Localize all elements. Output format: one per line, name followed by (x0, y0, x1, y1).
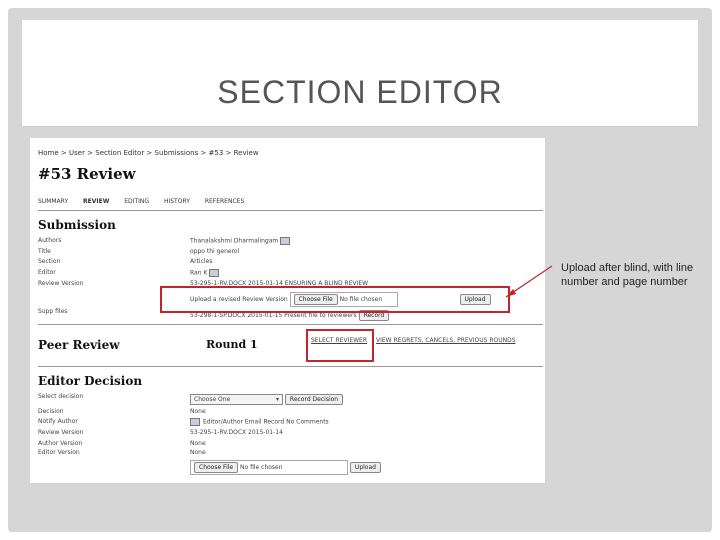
author-version-value: None (190, 440, 206, 447)
decision-file-input[interactable]: Choose File No file chosen (190, 460, 348, 475)
title-label: Title (38, 248, 51, 255)
round-label: Round 1 (206, 338, 258, 351)
author-version-label: Author Version (38, 440, 83, 447)
editor-decision-heading: Editor Decision (38, 374, 143, 388)
decision-upload-button[interactable]: Upload (349, 462, 381, 473)
peer-review-heading: Peer Review (38, 338, 120, 352)
record-decision-button[interactable]: Record Decision (284, 394, 344, 405)
page-title: #53 Review (38, 165, 136, 183)
decision-choose-file-button[interactable]: Choose File (194, 462, 239, 473)
tab-references[interactable]: REFERENCES (205, 198, 244, 205)
select-decision-label: Select decision (38, 393, 84, 400)
decision-review-version-value[interactable]: 53-295-1-RV.DOCX 2015-01-14 (190, 429, 283, 436)
divider (38, 366, 543, 367)
review-version-label: Review Version (38, 280, 84, 287)
editor-label: Editor (38, 269, 56, 276)
section-label: Section (38, 258, 61, 265)
tab-review[interactable]: REVIEW (83, 198, 109, 205)
decision-select-value: Choose One (194, 396, 231, 403)
view-regrets-link[interactable]: VIEW REGRETS, CANCELS, PREVIOUS ROUNDS (376, 337, 516, 344)
authors-label: Authors (38, 237, 62, 244)
decision-controls: Choose One ▾ Record Decision (190, 394, 344, 405)
decision-upload-row: Choose File No file chosen Upload (190, 460, 381, 475)
notify-author-label: Notify Author (38, 418, 78, 425)
section-value: Articles (190, 258, 213, 265)
tab-summary[interactable]: SUMMARY (38, 198, 68, 205)
supp-files-label: Supp files (38, 308, 68, 315)
email-icon[interactable] (209, 269, 220, 277)
annotation-note: Upload after blind, with line number and… (561, 262, 694, 288)
title-box: SECTION EDITOR (22, 20, 698, 127)
divider (38, 210, 543, 211)
notify-author-value: Editor/Author Email Record No Comments (190, 418, 329, 426)
chevron-down-icon: ▾ (275, 396, 279, 403)
submission-heading: Submission (38, 218, 116, 232)
email-icon[interactable] (280, 237, 291, 245)
editor-name: Ran K (190, 269, 208, 277)
breadcrumb[interactable]: Home > User > Section Editor > Submissio… (38, 149, 259, 157)
decision-review-version-label: Review Version (38, 429, 84, 436)
notify-author-text[interactable]: Editor/Author Email Record No Comments (203, 419, 329, 426)
title-value: oppo thi generol (190, 248, 240, 255)
authors-value: Thanalakshmi Dharmalingam (190, 237, 291, 245)
supp-files-text[interactable]: 53-298-1-SP.DOCX 2015-01-15 Present file… (190, 312, 357, 319)
editor-value: Ran K (190, 269, 220, 277)
upload-highlight-box (160, 286, 510, 313)
slide-title: SECTION EDITOR (217, 74, 503, 110)
decision-no-file-text: No file chosen (240, 464, 283, 471)
divider (38, 324, 543, 325)
editor-version-value: None (190, 449, 206, 456)
select-reviewer-highlight-box (306, 329, 374, 362)
authors-name: Thanalakshmi Dharmalingam (190, 237, 279, 245)
tab-history[interactable]: HISTORY (164, 198, 190, 205)
editor-version-label: Editor Version (38, 449, 80, 456)
mail-icon[interactable] (190, 418, 200, 426)
tab-editing[interactable]: EDITING (124, 198, 149, 205)
decision-label: Decision (38, 408, 64, 415)
decision-value: None (190, 408, 206, 415)
decision-select[interactable]: Choose One ▾ (190, 394, 283, 405)
tab-bar: SUMMARY REVIEW EDITING HISTORY REFERENCE… (38, 198, 257, 205)
